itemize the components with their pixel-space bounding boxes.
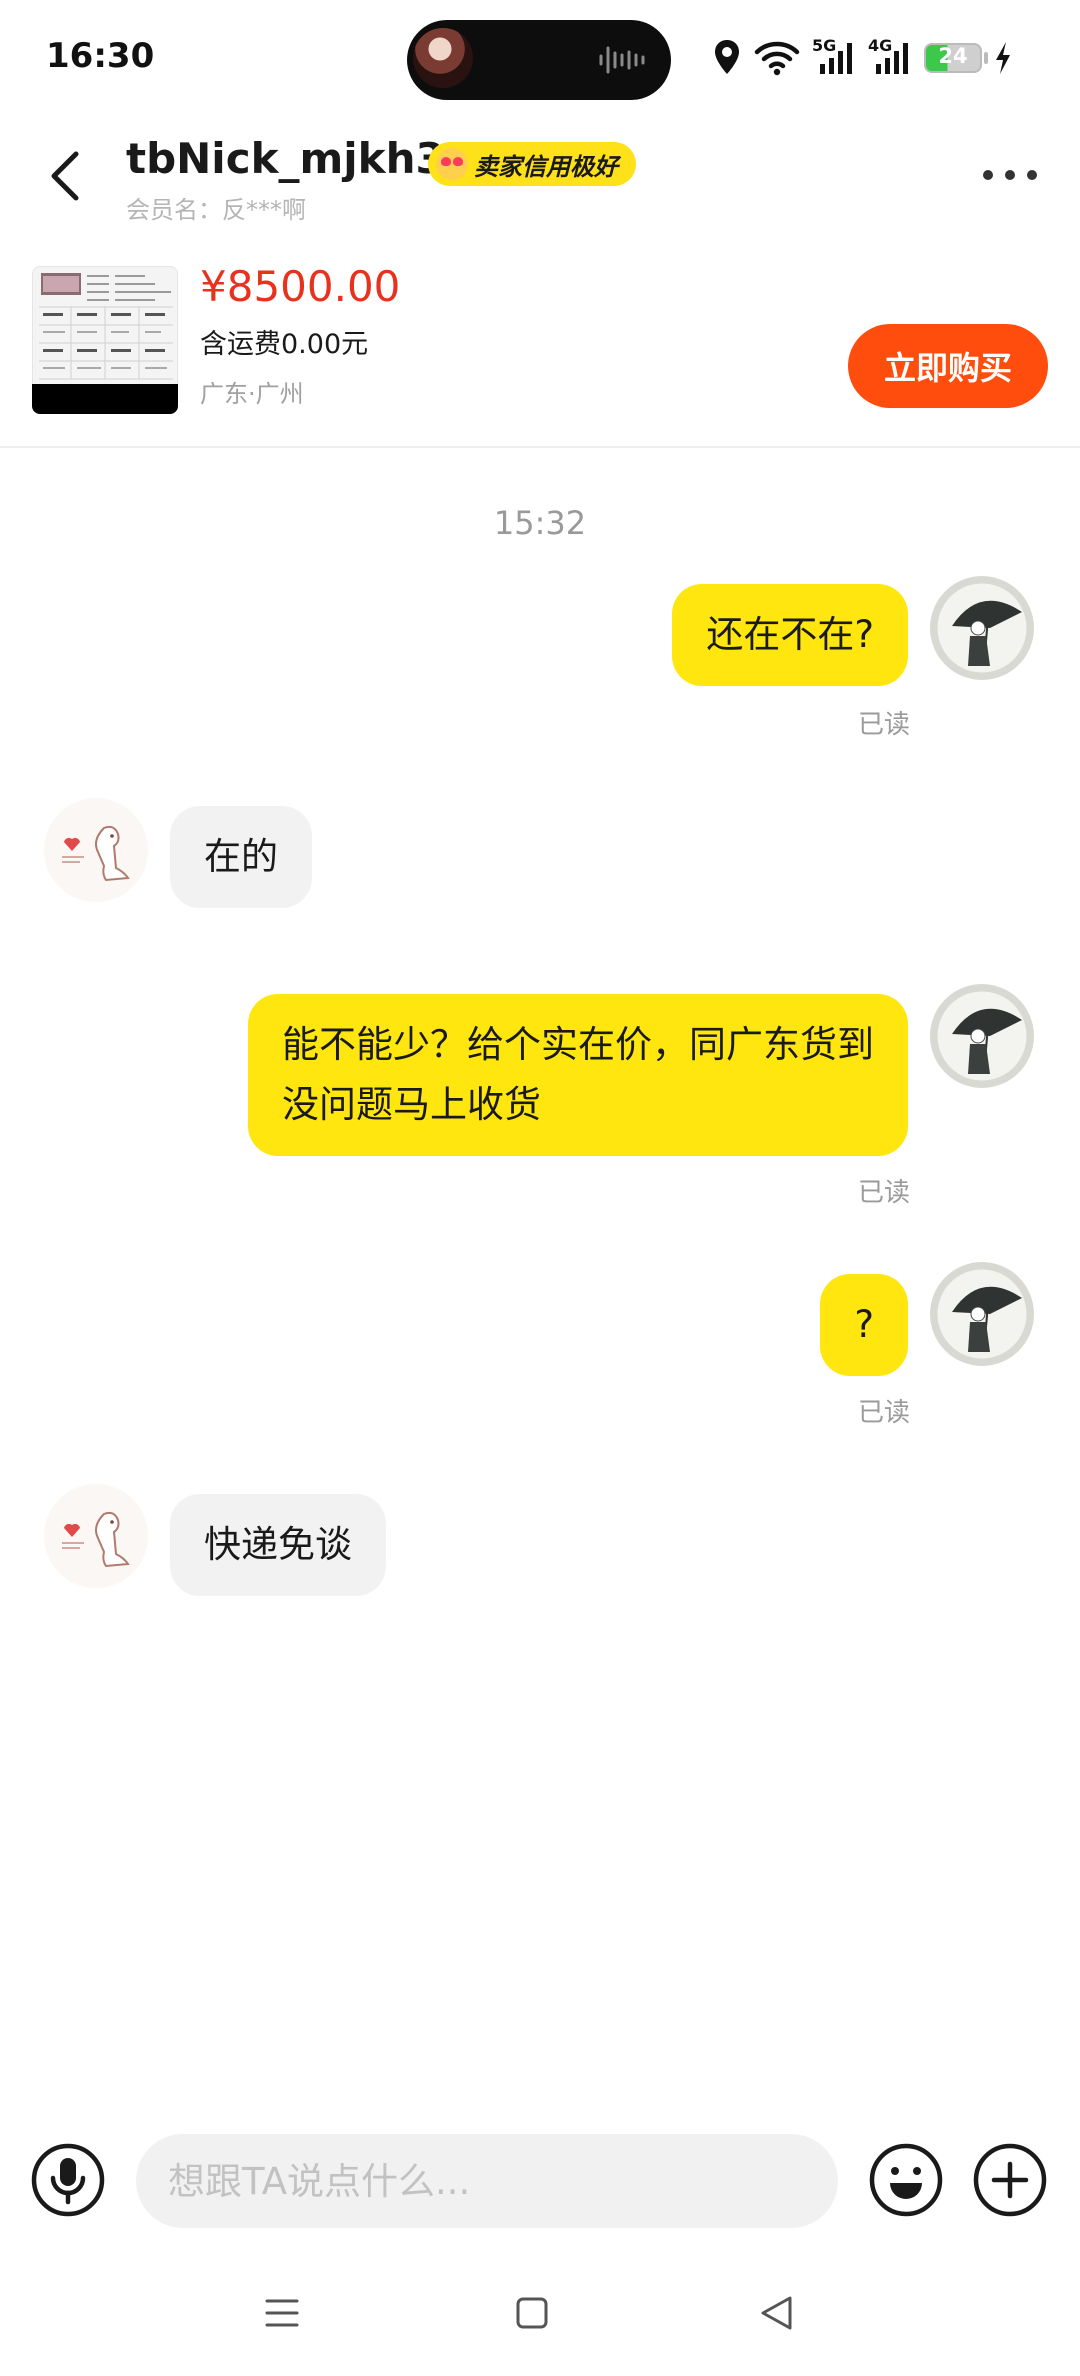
umbrella-figure-icon — [952, 600, 1022, 666]
product-price: ¥8500.00 — [200, 262, 401, 311]
nav-home-icon[interactable] — [515, 2296, 549, 2330]
microphone-icon[interactable] — [30, 2142, 106, 2218]
smiley-icon[interactable] — [868, 2142, 944, 2218]
cartoon-figure-icon — [62, 1511, 130, 1568]
read-status: 已读 — [858, 710, 911, 740]
credit-badge-label: 卖家信用极好 — [474, 152, 618, 181]
message-bubble-sent[interactable]: 还在不在? — [672, 584, 908, 686]
header-divider — [0, 446, 1080, 448]
member-name: 会员名：反***啊 — [126, 196, 306, 224]
plus-icon[interactable] — [972, 2142, 1048, 2218]
message-bubble-received[interactable]: 在的 — [170, 806, 312, 908]
signal-icon — [820, 43, 852, 74]
my-avatar[interactable] — [930, 576, 1034, 680]
umbrella-figure-icon — [952, 1286, 1022, 1352]
buy-now-button[interactable]: 立即购买 — [848, 324, 1048, 408]
wifi-icon — [754, 41, 800, 76]
message-line: 没问题马上收货 — [282, 1083, 541, 1126]
message-bubble-received[interactable]: 快递免谈 — [170, 1494, 386, 1596]
chat-timestamp: 15:32 — [493, 504, 587, 542]
credit-badge[interactable]: 卖家信用极好 — [428, 142, 636, 186]
thumbnail-footer — [32, 384, 178, 414]
message-bubble-sent[interactable]: 能不能少？给个实在价，同广东货到 没问题马上收货 — [248, 994, 908, 1156]
message-input[interactable] — [136, 2134, 838, 2228]
read-status: 已读 — [858, 1398, 911, 1428]
battery-tip — [984, 52, 988, 64]
signal-icon — [876, 43, 908, 74]
battery-level: 24 — [938, 44, 968, 68]
seller-avatar[interactable] — [44, 1484, 148, 1588]
seller-avatar[interactable] — [44, 798, 148, 902]
read-status: 已读 — [858, 1178, 911, 1208]
island-avatar — [413, 28, 473, 88]
heart-eyes-icon — [436, 148, 468, 180]
shipping-fee: 含运费0.00元 — [200, 329, 369, 360]
location-icon — [715, 40, 739, 74]
seller-nickname[interactable]: tbNick_mjkh3 — [126, 134, 445, 183]
product-location: 广东·广州 — [200, 380, 304, 408]
nav-menu-icon[interactable] — [264, 2296, 300, 2330]
message-line: 能不能少？给个实在价，同广东货到 — [282, 1023, 874, 1066]
my-avatar[interactable] — [930, 984, 1034, 1088]
audio-wave-icon — [599, 46, 645, 74]
cartoon-figure-icon — [62, 825, 130, 882]
more-dots-icon[interactable] — [980, 160, 1040, 190]
message-bubble-sent[interactable]: ? — [820, 1274, 908, 1376]
status-time: 16:30 — [46, 36, 155, 76]
nav-back-icon[interactable] — [758, 2294, 794, 2332]
umbrella-figure-icon — [952, 1008, 1022, 1074]
charging-icon — [996, 42, 1010, 74]
my-avatar[interactable] — [930, 1262, 1034, 1366]
back-button[interactable] — [40, 146, 90, 206]
